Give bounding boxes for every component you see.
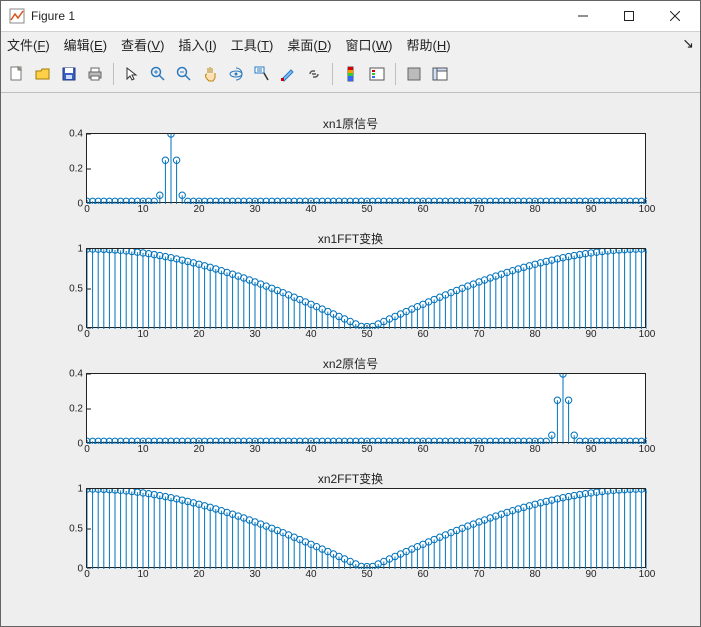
ytick: 0.4 <box>69 129 87 140</box>
menu-tools[interactable]: 工具(T) <box>231 35 274 54</box>
brush-icon[interactable] <box>276 62 300 86</box>
menu-view[interactable]: 查看(V) <box>121 35 164 54</box>
dock-arrow-icon[interactable]: ↘ <box>682 35 694 52</box>
toolbar-separator <box>332 63 333 85</box>
ytick: 0.5 <box>69 284 87 295</box>
menu-edit[interactable]: 编辑(E) <box>64 35 107 54</box>
matlab-figure-icon <box>9 8 25 24</box>
menu-desktop[interactable]: 桌面(D) <box>287 35 331 54</box>
hide-plot-tools-icon[interactable] <box>402 62 426 86</box>
pan-icon[interactable] <box>198 62 222 86</box>
insert-colorbar-icon[interactable] <box>339 62 363 86</box>
axes-title: xn2FFT变换 <box>1 470 700 487</box>
menu-file[interactable]: 文件(F) <box>7 35 50 54</box>
insert-legend-icon[interactable] <box>365 62 389 86</box>
show-plot-tools-icon[interactable] <box>428 62 452 86</box>
stem-plot <box>87 134 647 204</box>
toolbar-separator <box>113 63 114 85</box>
ytick: 0.5 <box>69 524 87 535</box>
axes-title: xn1FFT变换 <box>1 230 700 247</box>
save-icon[interactable] <box>57 62 81 86</box>
ytick: 0.4 <box>69 369 87 380</box>
minimize-button[interactable] <box>560 1 606 31</box>
figure-canvas[interactable]: xn1原信号00.20.40102030405060708090100xn1FF… <box>1 93 700 626</box>
ytick: 0.2 <box>69 404 87 415</box>
menu-help[interactable]: 帮助(H) <box>406 35 450 54</box>
rotate3d-icon[interactable] <box>224 62 248 86</box>
axes-ax4[interactable]: 00.510102030405060708090100 <box>86 488 646 568</box>
axes-ax3[interactable]: 00.20.40102030405060708090100 <box>86 373 646 443</box>
maximize-button[interactable] <box>606 1 652 31</box>
axes-ax2[interactable]: 00.510102030405060708090100 <box>86 248 646 328</box>
zoom-in-icon[interactable] <box>146 62 170 86</box>
link-icon[interactable] <box>302 62 326 86</box>
menubar: 文件(F) 编辑(E) 查看(V) 插入(I) 工具(T) 桌面(D) 窗口(W… <box>1 32 700 56</box>
window-title: Figure 1 <box>31 9 75 23</box>
axes-title: xn1原信号 <box>1 115 700 132</box>
figure-window: Figure 1 文件(F) 编辑(E) 查看(V) 插入(I) 工具(T) 桌… <box>0 0 701 627</box>
menu-window[interactable]: 窗口(W) <box>345 35 392 54</box>
ytick: 1 <box>77 244 87 255</box>
new-figure-icon[interactable] <box>5 62 29 86</box>
pointer-icon[interactable] <box>120 62 144 86</box>
open-icon[interactable] <box>31 62 55 86</box>
close-button[interactable] <box>652 1 698 31</box>
toolbar-separator <box>395 63 396 85</box>
print-icon[interactable] <box>83 62 107 86</box>
stem-plot <box>87 249 647 329</box>
axes-title: xn2原信号 <box>1 355 700 372</box>
ytick: 0.2 <box>69 164 87 175</box>
stem-plot <box>87 489 647 569</box>
ytick: 1 <box>77 484 87 495</box>
titlebar[interactable]: Figure 1 <box>1 1 700 32</box>
stem-plot <box>87 374 647 444</box>
axes-ax1[interactable]: 00.20.40102030405060708090100 <box>86 133 646 203</box>
menu-insert[interactable]: 插入(I) <box>178 35 216 54</box>
datacursor-icon[interactable] <box>250 62 274 86</box>
toolbar <box>1 56 700 93</box>
zoom-out-icon[interactable] <box>172 62 196 86</box>
